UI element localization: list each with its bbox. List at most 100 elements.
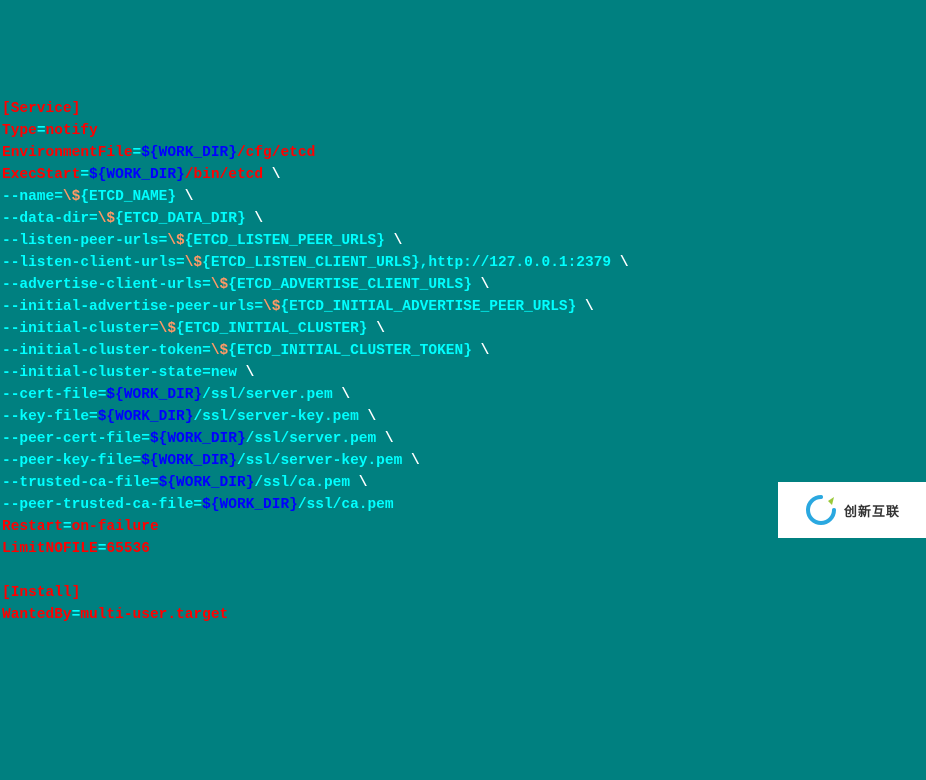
code-token: \ (254, 211, 263, 227)
code-token: = (63, 519, 72, 535)
code-token: --initial-cluster= (2, 321, 159, 337)
code-token: --peer-trusted-ca-file= (2, 497, 202, 513)
code-token: \ (585, 299, 594, 315)
code-line: --peer-cert-file=${WORK_DIR}/ssl/server.… (2, 428, 924, 450)
code-token: /cfg/etcd (237, 145, 315, 161)
code-block: [Service]Type=notifyEnvironmentFile=${WO… (2, 98, 924, 626)
code-token: {ETCD_NAME} (80, 189, 184, 205)
code-token: --initial-cluster-token= (2, 343, 211, 359)
code-token: \ (385, 431, 394, 447)
code-line: [Service] (2, 98, 924, 120)
code-line: ExecStart=${WORK_DIR}/bin/etcd \ (2, 164, 924, 186)
code-token: Restart (2, 519, 63, 535)
code-token: ${WORK_DIR} (141, 453, 237, 469)
code-line: --initial-cluster=\${ETCD_INITIAL_CLUSTE… (2, 318, 924, 340)
code-token: /ssl/server-key.pem (237, 453, 411, 469)
code-token: {ETCD_LISTEN_PEER_URLS} (185, 233, 394, 249)
code-token: [Service] (2, 101, 80, 117)
watermark-logo: 创新互联 (778, 482, 926, 538)
code-line: --initial-advertise-peer-urls=\${ETCD_IN… (2, 296, 924, 318)
code-line: Type=notify (2, 120, 924, 142)
code-line: --initial-cluster-token=\${ETCD_INITIAL_… (2, 340, 924, 362)
code-token: --cert-file= (2, 387, 106, 403)
code-token: = (80, 167, 89, 183)
code-line (2, 560, 924, 582)
code-token: = (98, 541, 107, 557)
code-token: notify (46, 123, 98, 139)
code-token: multi-user.target (80, 607, 228, 623)
code-token (2, 563, 11, 579)
code-token: \ (394, 233, 403, 249)
code-token: \ (620, 255, 629, 271)
code-token: ${WORK_DIR} (141, 145, 237, 161)
code-line: [Install] (2, 582, 924, 604)
code-token: \ (481, 277, 490, 293)
code-line: --listen-peer-urls=\${ETCD_LISTEN_PEER_U… (2, 230, 924, 252)
code-token: {ETCD_INITIAL_CLUSTER} (176, 321, 376, 337)
code-line: LimitNOFILE=65536 (2, 538, 924, 560)
code-token: ${WORK_DIR} (159, 475, 255, 491)
code-token: --initial-advertise-peer-urls= (2, 299, 263, 315)
code-token: /bin/etcd (185, 167, 272, 183)
code-token: --peer-cert-file= (2, 431, 150, 447)
code-token: \$ (185, 255, 202, 271)
code-token: \ (481, 343, 490, 359)
code-token: \$ (63, 189, 80, 205)
code-line: --initial-cluster-state=new \ (2, 362, 924, 384)
code-token: {ETCD_DATA_DIR} (115, 211, 254, 227)
code-token: ${WORK_DIR} (106, 387, 202, 403)
code-token: /ssl/server-key.pem (193, 409, 367, 425)
code-token: --advertise-client-urls= (2, 277, 211, 293)
code-token: --peer-key-file= (2, 453, 141, 469)
code-token: 65536 (106, 541, 150, 557)
code-token: LimitNOFILE (2, 541, 98, 557)
code-line: --listen-client-urls=\${ETCD_LISTEN_CLIE… (2, 252, 924, 274)
code-line: EnvironmentFile=${WORK_DIR}/cfg/etcd (2, 142, 924, 164)
code-token: /ssl/server.pem (246, 431, 385, 447)
code-token: = (37, 123, 46, 139)
code-token: \$ (211, 277, 228, 293)
code-token: = (72, 607, 81, 623)
code-line: WantedBy=multi-user.target (2, 604, 924, 626)
code-token: Type (2, 123, 37, 139)
code-token: {ETCD_INITIAL_ADVERTISE_PEER_URLS} (280, 299, 585, 315)
code-token: \ (411, 453, 420, 469)
code-token: \$ (98, 211, 115, 227)
code-token: ${WORK_DIR} (89, 167, 185, 183)
code-token: WantedBy (2, 607, 72, 623)
code-token: [Install] (2, 585, 80, 601)
code-token: \$ (263, 299, 280, 315)
code-token: --trusted-ca-file= (2, 475, 159, 491)
code-line: --cert-file=${WORK_DIR}/ssl/server.pem \ (2, 384, 924, 406)
code-token: --listen-peer-urls= (2, 233, 167, 249)
watermark-text: 创新互联 (844, 501, 900, 520)
code-token: --data-dir= (2, 211, 98, 227)
code-token: on-failure (72, 519, 159, 535)
code-line: --data-dir=\${ETCD_DATA_DIR} \ (2, 208, 924, 230)
code-token: \$ (167, 233, 184, 249)
code-token: --name= (2, 189, 63, 205)
code-token: = (133, 145, 142, 161)
code-line: --peer-key-file=${WORK_DIR}/ssl/server-k… (2, 450, 924, 472)
code-token: {ETCD_INITIAL_CLUSTER_TOKEN} (228, 343, 480, 359)
code-token: --key-file= (2, 409, 98, 425)
code-token: ${WORK_DIR} (98, 409, 194, 425)
code-token: /ssl/server.pem (202, 387, 341, 403)
code-token: \$ (211, 343, 228, 359)
code-line: --advertise-client-urls=\${ETCD_ADVERTIS… (2, 274, 924, 296)
code-token: {ETCD_LISTEN_CLIENT_URLS},http://127.0.0… (202, 255, 620, 271)
code-token: ${WORK_DIR} (150, 431, 246, 447)
code-line: --name=\${ETCD_NAME} \ (2, 186, 924, 208)
code-token: \ (185, 189, 194, 205)
code-token: {ETCD_ADVERTISE_CLIENT_URLS} (228, 277, 480, 293)
code-token: \ (341, 387, 350, 403)
code-token: /ssl/ca.pem (254, 475, 358, 491)
code-token: /ssl/ca.pem (298, 497, 394, 513)
code-token: ${WORK_DIR} (202, 497, 298, 513)
code-token: ExecStart (2, 167, 80, 183)
code-line: --key-file=${WORK_DIR}/ssl/server-key.pe… (2, 406, 924, 428)
code-token: \$ (159, 321, 176, 337)
code-token: --initial-cluster-state=new (2, 365, 246, 381)
code-token: \ (376, 321, 385, 337)
code-token: \ (272, 167, 281, 183)
